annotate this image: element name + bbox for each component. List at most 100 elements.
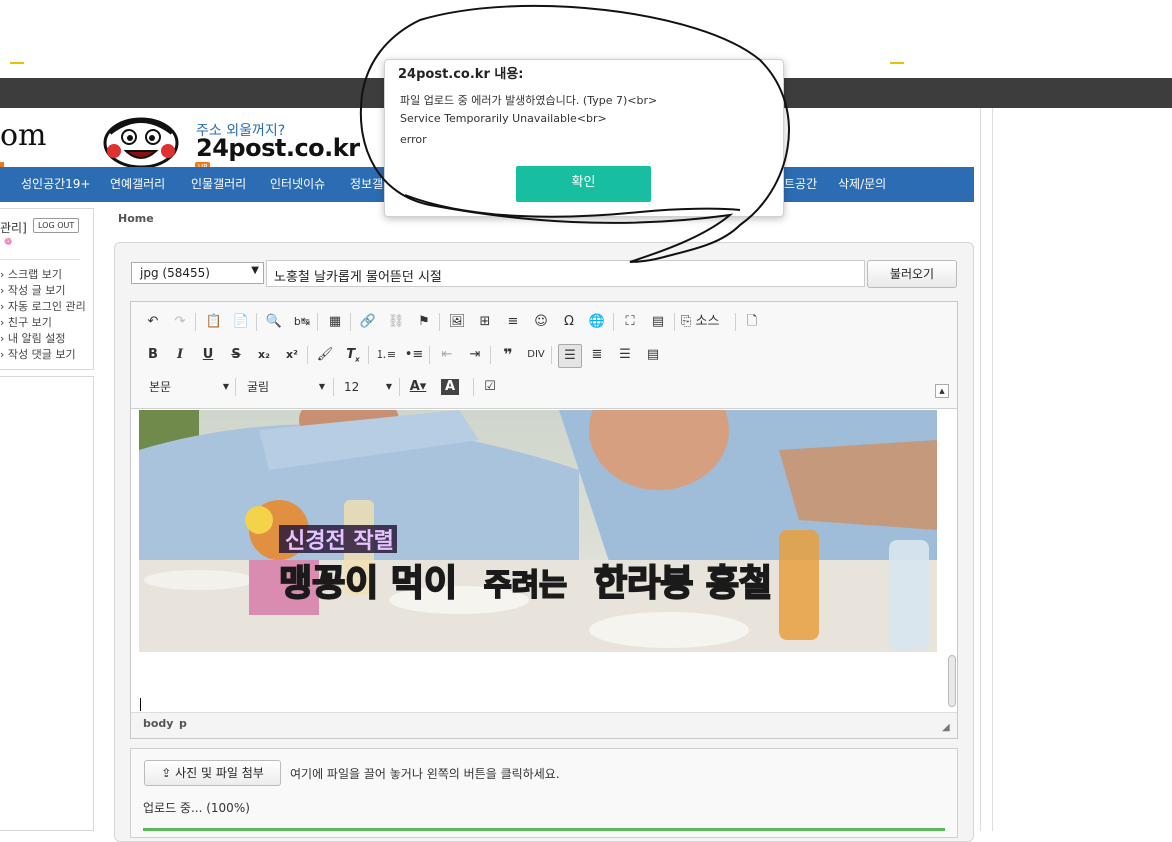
mascot-logo-icon[interactable]: [102, 113, 180, 167]
unlink-icon[interactable]: ⛓: [385, 311, 407, 333]
globe-icon[interactable]: 🌐: [586, 311, 608, 333]
caption-line-1: 신경전 작렬: [285, 529, 394, 554]
outdent-icon[interactable]: ⇤: [436, 344, 458, 366]
align-justify-icon[interactable]: ▤: [642, 344, 664, 366]
image-icon[interactable]: 🖼: [446, 311, 468, 333]
separator: [429, 346, 430, 364]
separator: [735, 313, 736, 331]
subscript-icon[interactable]: x₂: [253, 344, 275, 366]
caption-part-2: 주려는: [484, 568, 567, 603]
separator: [399, 378, 400, 396]
show-blocks-icon[interactable]: ▤: [647, 311, 669, 333]
font-dropdown[interactable]: 굴림 ▼: [247, 376, 325, 398]
bulleted-list-icon[interactable]: •≡: [403, 344, 425, 366]
sidebar-link-my-comments[interactable]: › 작성 댓글 보기: [0, 346, 76, 362]
numbered-list-icon[interactable]: ⒈≡: [375, 344, 397, 366]
bold-icon[interactable]: B: [142, 344, 164, 366]
nav-item-delete-inquiry[interactable]: 삭제/문의: [838, 167, 886, 202]
italic-icon[interactable]: I: [169, 344, 191, 366]
editor-toolbar: ↶ ↷ 📋 📄 🔍 b↹ ▦ 🔗 ⛓ ⚑ 🖼 ⊞ ≡ ☺ Ω 🌐 ⛶ ▤ ⎘ 소…: [131, 302, 957, 409]
strikethrough-icon[interactable]: S: [225, 344, 247, 366]
undo-icon[interactable]: ↶: [142, 311, 164, 333]
align-left-icon[interactable]: ☰: [558, 344, 582, 368]
div-container-icon[interactable]: DIV: [525, 344, 547, 366]
sidebar-link-scrap[interactable]: › 스크랩 보기: [0, 266, 62, 282]
superscript-icon[interactable]: x²: [281, 344, 303, 366]
special-char-icon[interactable]: Ω: [558, 311, 580, 333]
smiley-icon[interactable]: ☺: [530, 311, 552, 333]
select-all-icon[interactable]: ▦: [324, 311, 346, 333]
nav-item-internet-issue[interactable]: 인터넷이슈: [270, 167, 325, 202]
paste-icon[interactable]: 📋: [203, 311, 225, 333]
ok-button[interactable]: 확인: [516, 166, 651, 202]
font-size-value: 12: [344, 380, 360, 394]
sidebar-link-my-posts[interactable]: › 작성 글 보기: [0, 282, 66, 298]
dialog-title: 24post.co.kr 내용:: [398, 67, 524, 82]
text-cursor: [140, 698, 141, 711]
site-domain-logo[interactable]: 24post.co.kr: [196, 134, 360, 162]
blockquote-icon[interactable]: ❞: [497, 344, 519, 366]
logout-button[interactable]: LOG OUT: [33, 218, 80, 233]
search-icon[interactable]: 🔍: [263, 311, 285, 333]
caption-part-1: 맹꽁이 먹이: [279, 563, 457, 604]
caption-part-3: 한라봉 홍철: [594, 563, 772, 604]
resize-grip-icon[interactable]: ◢: [942, 722, 950, 733]
category-select[interactable]: jpg (58455) ▼: [131, 262, 264, 284]
sidebar-link-auto-login[interactable]: › 자동 로그인 관리: [0, 298, 86, 314]
sidebar-link-friends[interactable]: › 친구 보기: [0, 314, 52, 330]
breadcrumb[interactable]: Home: [118, 212, 154, 225]
divider: [992, 108, 993, 831]
attach-file-button[interactable]: ⇪ 사진 및 파일 첨부: [144, 760, 281, 786]
link-icon[interactable]: 🔗: [357, 311, 379, 333]
admin-label[interactable]: 관리]: [0, 219, 27, 236]
sidebar-link-label: 작성 글 보기: [7, 284, 66, 297]
horizontal-line-icon[interactable]: ≡: [502, 311, 524, 333]
maximize-icon[interactable]: ⛶: [619, 311, 641, 333]
separator: [613, 313, 614, 331]
element-path-p[interactable]: p: [179, 717, 187, 730]
paste-text-icon[interactable]: 📄: [230, 311, 252, 333]
nav-item-entertainment-gallery[interactable]: 연예갤러리: [110, 167, 165, 202]
editor-scrollbar[interactable]: [948, 655, 956, 707]
anchor-flag-icon[interactable]: ⚑: [413, 311, 435, 333]
element-path-body[interactable]: body: [143, 717, 173, 730]
sidebar-link-label: 작성 댓글 보기: [7, 348, 76, 361]
embedded-image[interactable]: 신경전 작렬 맹꽁이 먹이 주려는 한라봉 홍철: [139, 410, 937, 652]
align-right-icon[interactable]: ☰: [614, 344, 636, 366]
text-color-icon[interactable]: A▾: [407, 376, 429, 398]
background-color-icon[interactable]: A: [441, 379, 459, 395]
remove-format-icon[interactable]: Tx: [342, 344, 364, 366]
site-logo-partial[interactable]: om: [0, 118, 47, 153]
collapse-toolbar-icon[interactable]: ▲: [935, 384, 949, 398]
table-icon[interactable]: ⊞: [474, 311, 496, 333]
indent-icon[interactable]: ⇥: [464, 344, 486, 366]
redo-icon[interactable]: ↷: [169, 311, 191, 333]
font-size-dropdown[interactable]: 12 ▼: [344, 376, 392, 398]
separator: [317, 313, 318, 331]
format-dropdown[interactable]: 본문 ▼: [149, 376, 229, 398]
underline-icon[interactable]: U: [197, 344, 219, 366]
separator: [551, 346, 552, 364]
separator: [256, 313, 257, 331]
dropdown-arrow-icon: ▼: [318, 382, 325, 391]
format-painter-icon[interactable]: 🖌: [314, 344, 336, 366]
top-accent-line: [10, 62, 24, 64]
checkbox-icon[interactable]: ☑: [479, 376, 501, 398]
nav-item-space[interactable]: 트공간: [784, 167, 817, 202]
align-center-icon[interactable]: ≣: [586, 344, 608, 366]
nav-item-people-gallery[interactable]: 인물갤러리: [191, 167, 246, 202]
source-button[interactable]: ⎘ 소스: [681, 311, 731, 333]
nav-item-info-gallery[interactable]: 정보갤: [350, 167, 383, 202]
load-button[interactable]: 불러오기: [867, 260, 957, 288]
divider: [980, 108, 981, 831]
sidebar-link-notifications[interactable]: › 내 알림 설정: [0, 330, 66, 346]
new-page-icon[interactable]: 🗋: [741, 311, 763, 333]
replace-icon[interactable]: b↹: [291, 311, 313, 333]
title-input[interactable]: 노홍철 날카롭게 물어뜯던 시절: [266, 260, 865, 287]
nav-item-adult[interactable]: 성인공간19+: [21, 167, 91, 202]
separator: [333, 378, 334, 396]
separator: [674, 313, 675, 331]
separator: [195, 313, 196, 331]
format-value: 본문: [149, 380, 172, 394]
editor-statusbar: [131, 712, 957, 738]
